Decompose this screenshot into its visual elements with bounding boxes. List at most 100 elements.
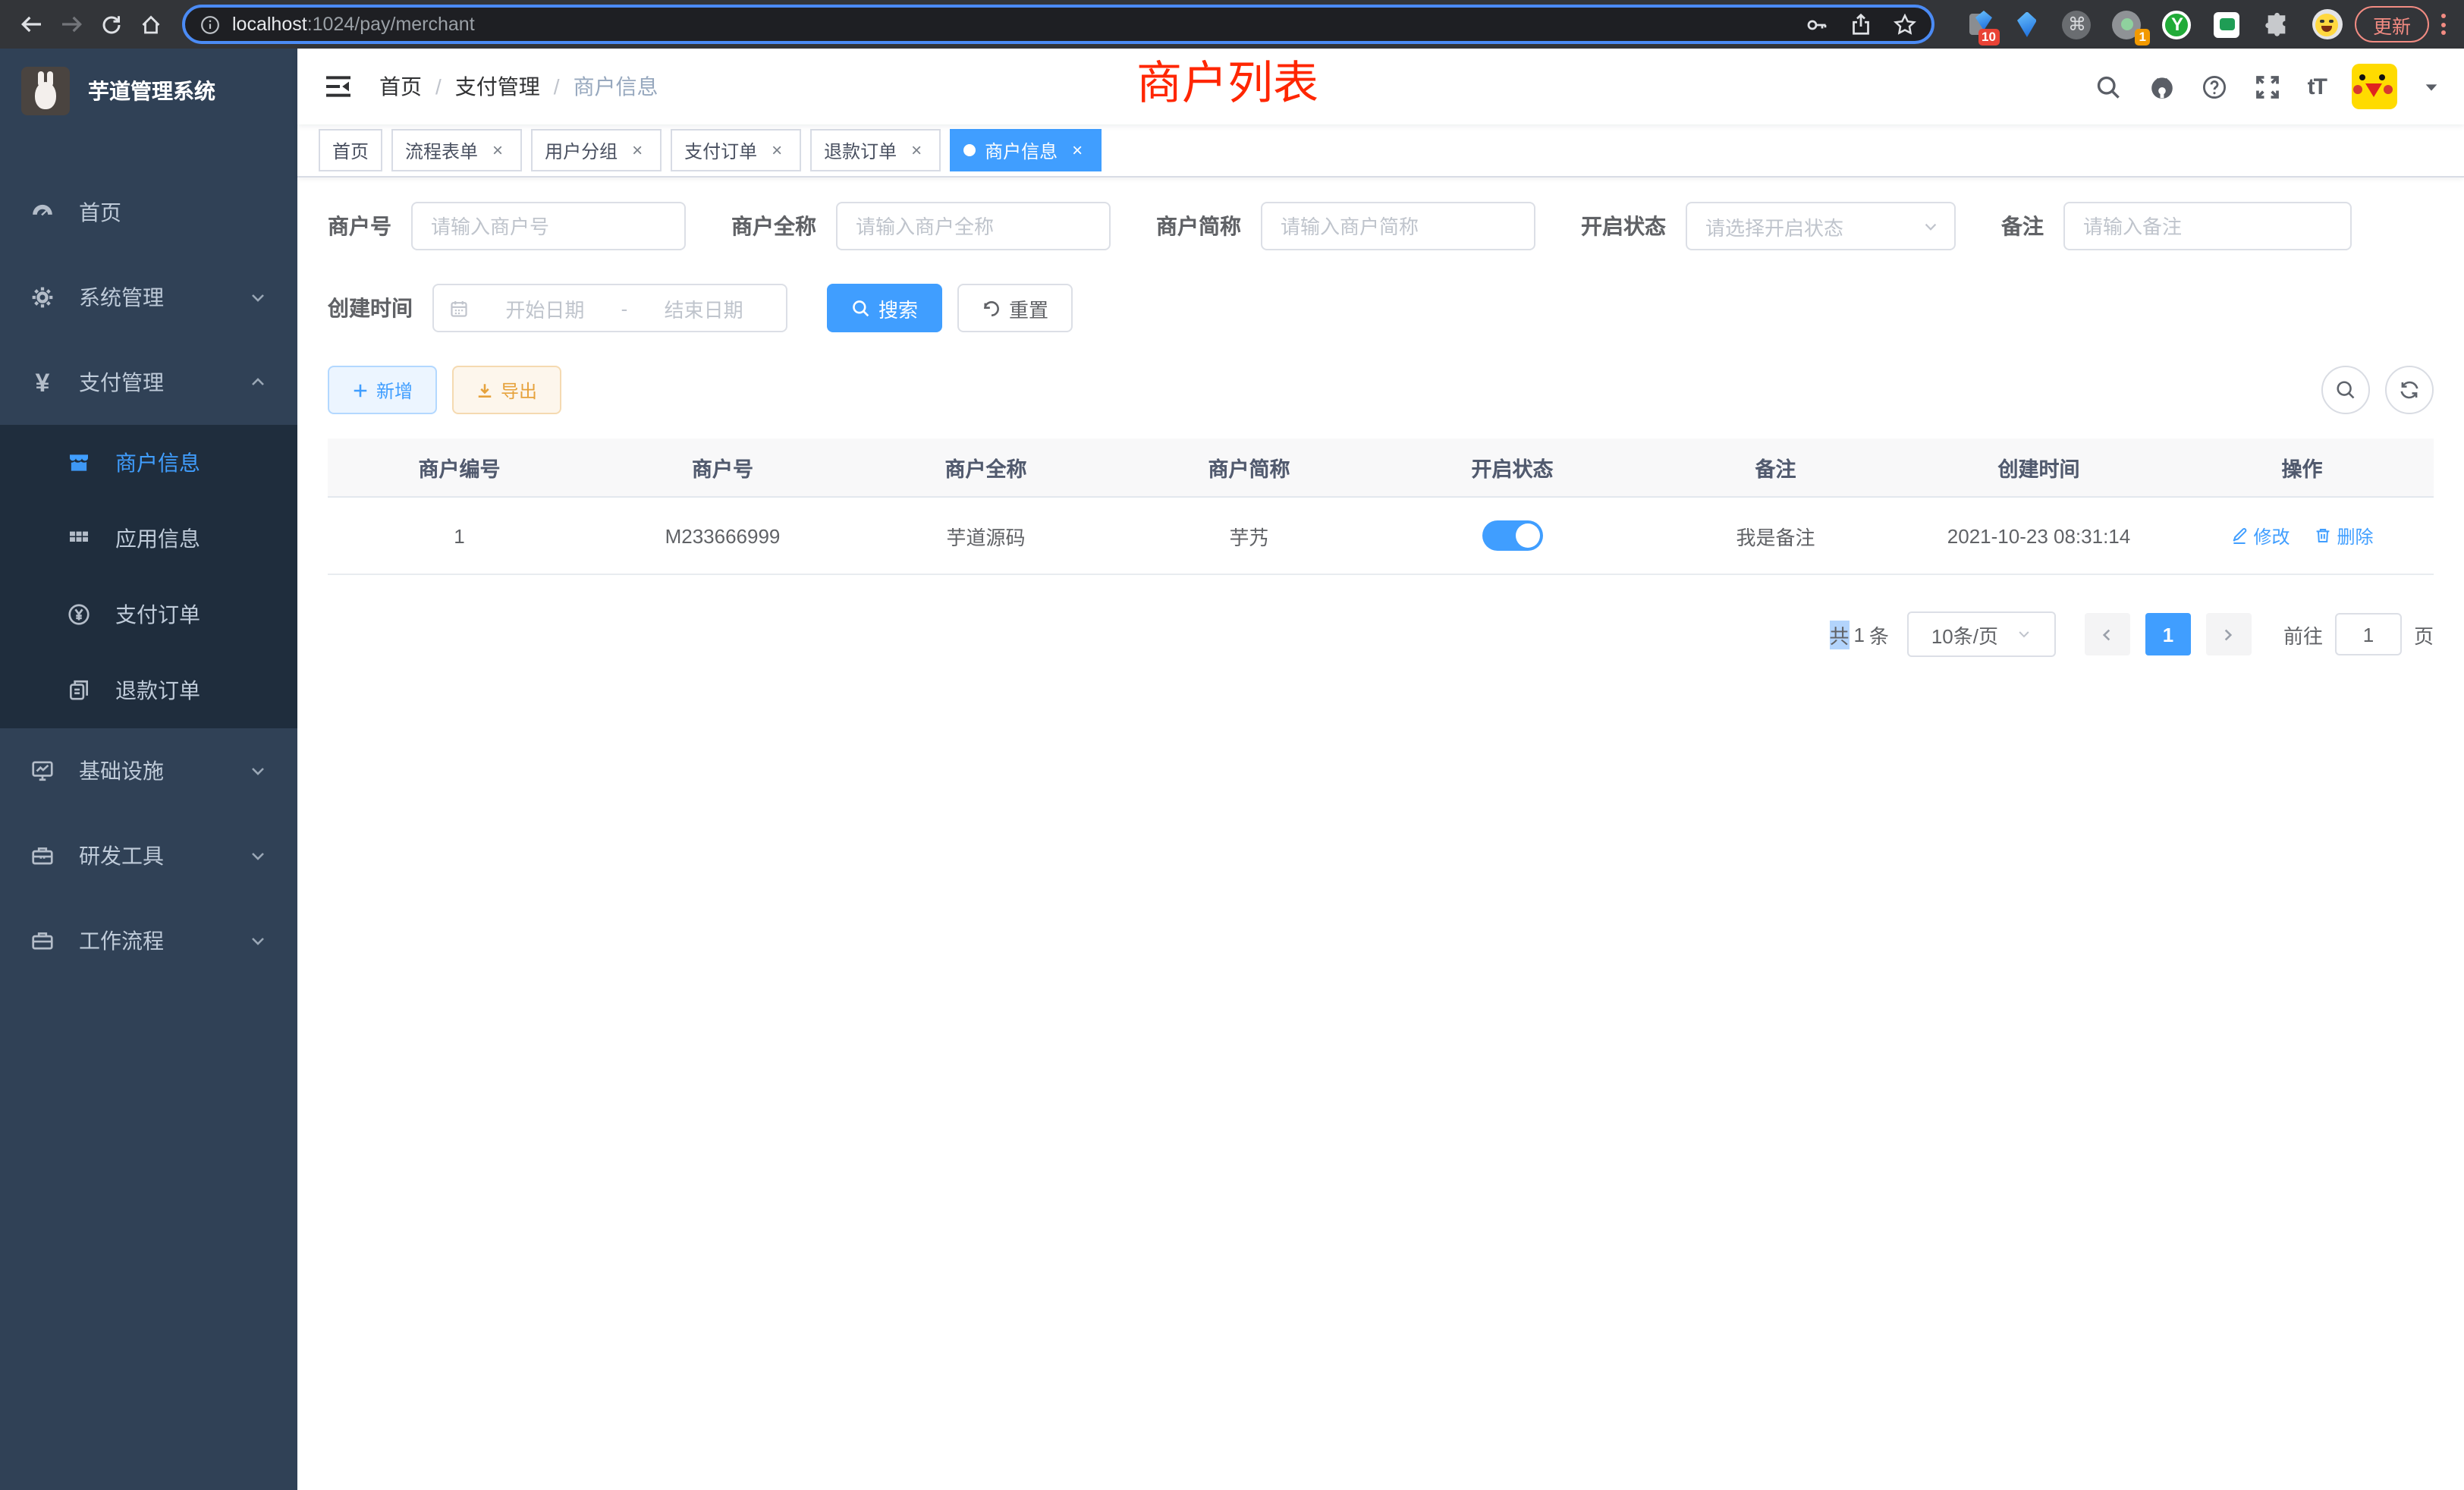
fullscreen-icon[interactable] <box>2255 73 2282 100</box>
sidebar-item-app-info[interactable]: 应用信息 <box>0 501 297 577</box>
browser-back-button[interactable] <box>12 5 52 44</box>
extension-downloads-icon[interactable]: 10 <box>1962 9 1992 39</box>
sidebar-item-label: 研发工具 <box>79 841 164 871</box>
sidebar-item-payment[interactable]: ¥ 支付管理 <box>0 340 297 425</box>
field-label: 备注 <box>2001 211 2044 241</box>
field-label: 开启状态 <box>1581 211 1666 241</box>
goto-page-input[interactable] <box>2335 613 2402 655</box>
browser-menu-icon[interactable] <box>2441 14 2446 35</box>
balloon-icon <box>2017 11 2037 37</box>
tab-process-form[interactable]: 流程表单 × <box>391 129 522 171</box>
help-icon[interactable] <box>2202 73 2229 100</box>
add-button[interactable]: 新增 <box>328 366 437 414</box>
short-name-input[interactable] <box>1262 203 1534 249</box>
sidebar-item-label: 工作流程 <box>79 926 164 956</box>
field-label: 创建时间 <box>328 293 413 323</box>
download-icon <box>476 382 493 398</box>
header-search-icon[interactable] <box>2095 73 2123 100</box>
sidebar-item-system[interactable]: 系统管理 <box>0 255 297 340</box>
merchant-no-input-wrap <box>411 202 686 250</box>
font-size-icon[interactable]: tT <box>2308 74 2326 99</box>
edit-link[interactable]: 修改 <box>2230 523 2290 549</box>
export-button[interactable]: 导出 <box>452 366 561 414</box>
extensions-puzzle-icon[interactable] <box>2262 9 2293 39</box>
puzzle-icon <box>2264 11 2290 37</box>
share-icon[interactable] <box>1850 13 1872 36</box>
refresh-icon <box>982 298 1001 318</box>
update-label: 更新 <box>2373 10 2411 39</box>
green-dot-icon <box>2121 18 2133 30</box>
extension-status-icon[interactable]: 1 <box>2112 9 2142 39</box>
sidebar-item-pay-orders[interactable]: 支付订单 <box>0 577 297 652</box>
table-tools <box>2321 366 2434 414</box>
extension-command-icon[interactable]: ⌘ <box>2062 9 2092 39</box>
bookmark-star-icon[interactable] <box>1894 13 1916 36</box>
sidebar-collapse-button[interactable] <box>322 70 355 103</box>
tab-merchant-info[interactable]: 商户信息 × <box>950 129 1102 171</box>
sidebar-item-home[interactable]: 首页 <box>0 170 297 255</box>
date-range-picker[interactable]: 开始日期 - 结束日期 <box>432 284 787 332</box>
extension-chat-icon[interactable] <box>2212 9 2242 39</box>
site-info-icon[interactable] <box>200 14 220 34</box>
address-bar[interactable]: localhost:1024/pay/merchant <box>182 5 1934 44</box>
close-icon[interactable]: × <box>1067 140 1088 161</box>
extension-badge-orange: 1 <box>2136 29 2150 46</box>
sidebar-item-merchant-info[interactable]: 商户信息 <box>0 425 297 501</box>
current-page-button[interactable]: 1 <box>2145 613 2191 655</box>
password-key-icon[interactable] <box>1806 13 1828 36</box>
sidebar-logo[interactable]: 芋道管理系统 <box>0 49 297 134</box>
next-page-button[interactable] <box>2206 613 2252 655</box>
chevron-down-icon <box>249 288 267 306</box>
avatar-caret-icon[interactable] <box>2423 78 2440 95</box>
active-tab-dot <box>963 144 976 156</box>
close-icon[interactable]: × <box>906 140 927 161</box>
tab-refund-orders[interactable]: 退款订单 × <box>810 129 941 171</box>
sidebar-item-refund-orders[interactable]: 退款订单 <box>0 652 297 728</box>
close-icon[interactable]: × <box>627 140 648 161</box>
reset-button[interactable]: 重置 <box>957 284 1073 332</box>
browser-reload-button[interactable] <box>91 5 130 44</box>
delete-link[interactable]: 删除 <box>2315 523 2374 549</box>
browser-forward-button[interactable] <box>52 5 91 44</box>
tab-pay-orders[interactable]: 支付订单 × <box>671 129 801 171</box>
search-button[interactable]: 搜索 <box>827 284 942 332</box>
sidebar-item-label: 基础设施 <box>79 756 164 786</box>
breadcrumb-payment[interactable]: 支付管理 <box>455 71 540 102</box>
extension-y-icon[interactable]: Y <box>2162 9 2192 39</box>
sidebar-item-workflow[interactable]: 工作流程 <box>0 898 297 983</box>
grid-icon <box>67 527 91 551</box>
edit-label: 修改 <box>2253 523 2290 549</box>
full-name-input[interactable] <box>838 203 1109 249</box>
navbar-actions: tT <box>2095 64 2440 109</box>
tab-home[interactable]: 首页 <box>319 129 382 171</box>
emoji-face-icon <box>2316 13 2339 36</box>
sidebar-item-infrastructure[interactable]: 基础设施 <box>0 728 297 813</box>
main-panel: 商户列表 首页 / 支付管理 / 商户信息 <box>297 49 2464 1490</box>
app-title: 芋道管理系统 <box>88 76 215 106</box>
merchant-table: 商户编号 商户号 商户全称 商户简称 开启状态 备注 创建时间 操作 1 M23… <box>328 439 2434 575</box>
close-icon[interactable]: × <box>766 140 787 161</box>
status-toggle[interactable] <box>1482 520 1543 551</box>
tab-user-group[interactable]: 用户分组 × <box>531 129 662 171</box>
filter-row-1: 商户号 商户全称 商户简称 <box>328 202 2434 250</box>
status-select[interactable]: 请选择开启状态 <box>1686 202 1956 250</box>
extension-balloon-icon[interactable] <box>2012 9 2042 39</box>
browser-update-button[interactable]: 更新 <box>2355 6 2429 42</box>
user-avatar[interactable] <box>2352 64 2397 109</box>
browser-profile-avatar[interactable] <box>2312 9 2343 39</box>
toggle-search-button[interactable] <box>2321 366 2370 414</box>
sidebar-item-label: 退款订单 <box>115 675 200 706</box>
merchant-no-input[interactable] <box>413 203 684 249</box>
delete-label: 删除 <box>2337 523 2374 549</box>
remark-input[interactable] <box>2065 203 2350 249</box>
page-size-select[interactable]: 10条/页 <box>1907 611 2056 657</box>
browser-home-button[interactable] <box>130 5 170 44</box>
github-icon[interactable] <box>2148 73 2176 100</box>
breadcrumb-home[interactable]: 首页 <box>379 71 422 102</box>
prev-page-button[interactable] <box>2085 613 2130 655</box>
close-icon[interactable]: × <box>487 140 508 161</box>
sidebar-item-dev-tools[interactable]: 研发工具 <box>0 813 297 898</box>
total-prefix: 共 <box>1829 620 1849 649</box>
documents-icon <box>67 678 91 703</box>
refresh-table-button[interactable] <box>2385 366 2434 414</box>
